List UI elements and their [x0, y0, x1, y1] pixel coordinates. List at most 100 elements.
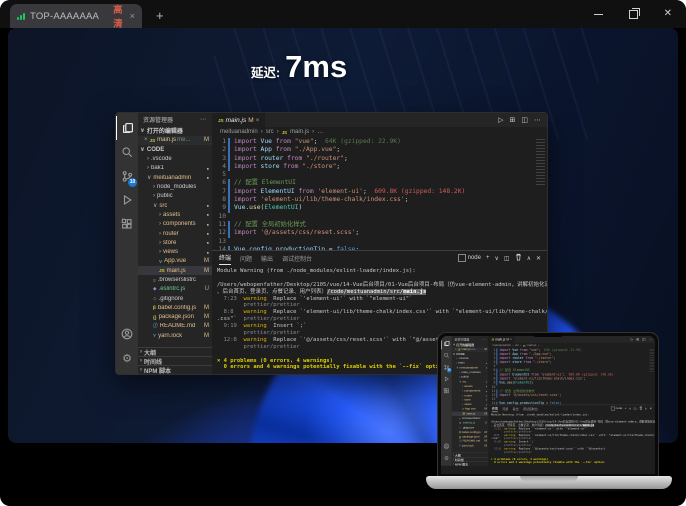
code-line[interactable]: 13	[212, 238, 534, 246]
close-tab-icon[interactable]: ×	[256, 117, 260, 124]
search-icon[interactable]	[116, 140, 138, 164]
tree-item[interactable]: ›public	[138, 192, 212, 201]
tree-item[interactable]: ›components●	[138, 220, 212, 229]
minimize-button[interactable]	[594, 14, 603, 15]
new-tab-button[interactable]: +	[156, 8, 164, 23]
code-line[interactable]: 9Vue.use(ElementUI)	[212, 204, 534, 212]
code-line[interactable]: 6// 配置 ElementUI	[212, 179, 534, 187]
code-line[interactable]: 1import Vue from "vue"; 64K (gzipped: 22…	[212, 138, 534, 146]
connection-tab-bar: TOP-AAAAAAA 高清 × + ✕	[0, 0, 686, 28]
code-line[interactable]: 4import store from "./store";	[212, 163, 534, 171]
js-file-icon: JS	[282, 130, 287, 135]
code-line[interactable]: 8import 'element-ui/lib/theme-chalk/inde…	[212, 196, 534, 204]
eslint-file-icon: ◆	[153, 286, 157, 292]
tree-item[interactable]: ⓘREADME.mdM	[138, 322, 212, 331]
activity-bar: 10 ⚙	[116, 113, 138, 374]
git-file-icon: ◇	[153, 296, 157, 302]
file-tree: ›.vscode›bak1●∨meituanadmin●›node_module…	[138, 155, 212, 341]
vue-file-icon: V	[159, 259, 162, 264]
outline-section[interactable]: ›大纲	[138, 347, 212, 356]
js-file-icon: JS	[159, 268, 165, 273]
terminal-dropdown-button[interactable]: ∨	[494, 255, 498, 262]
code-area[interactable]: 1import Vue from "vue"; 64K (gzipped: 22…	[212, 137, 534, 250]
laptop-preview: 10 ⚙ 资源管理器 ⋯ ∨打	[426, 332, 672, 500]
terminal-line: 8:8 warning Replace `'element-ui/lib/the…	[217, 309, 542, 316]
open-editors-section[interactable]: ∨打开的编辑器	[138, 126, 212, 136]
json-file-icon: {}	[153, 315, 157, 320]
editor-tab-mainjs[interactable]: JS main.js M ×	[212, 113, 265, 127]
laptop-notch	[533, 333, 563, 337]
tab-problems[interactable]: 问题	[240, 251, 252, 265]
kill-terminal-button[interactable]	[515, 253, 522, 263]
new-terminal-button[interactable]: +	[486, 255, 490, 261]
tree-item[interactable]: ◇.gitignore	[138, 294, 212, 303]
account-icon[interactable]	[116, 322, 138, 346]
split-terminal-button[interactable]: ◫	[504, 255, 510, 262]
tree-item[interactable]: ›store●	[138, 238, 212, 247]
open-editor-item[interactable]: × JS main.js me... M	[138, 136, 212, 146]
code-line[interactable]: 12import '@/assets/css/reset.scss';	[212, 229, 534, 237]
workspace-root-section[interactable]: ∨CODE	[138, 145, 212, 155]
tree-item[interactable]: ◆.eslintrc.jsU	[138, 285, 212, 294]
tab-debug-console[interactable]: 调试控制台	[282, 251, 312, 265]
tree-item[interactable]: ›node_modules	[138, 182, 212, 191]
tab-terminal[interactable]: 终端	[219, 251, 231, 265]
tree-item[interactable]: ›.vscode	[138, 155, 212, 164]
tree-item[interactable]: ∨meituanadmin●	[138, 173, 212, 182]
settings-gear-icon[interactable]: ⚙	[116, 346, 138, 370]
maximize-panel-button[interactable]: ∧	[527, 255, 531, 262]
js-file-icon: JS	[218, 118, 224, 123]
terminal-line: prettier/prettier	[217, 302, 542, 309]
laptop-screen: 10 ⚙ 资源管理器 ⋯ ∨打	[437, 332, 659, 477]
close-panel-button[interactable]: ✕	[536, 255, 541, 262]
tree-item[interactable]: ›router●	[138, 229, 212, 238]
tree-item[interactable]: ≡.browserslistrc	[138, 275, 212, 284]
source-control-icon[interactable]: 10	[116, 164, 138, 188]
tree-item[interactable]: Yyarn.lockM	[138, 331, 212, 340]
timeline-section[interactable]: ›时间线	[138, 356, 212, 365]
tree-item[interactable]: {}package.jsonM	[138, 313, 212, 322]
split-square-button[interactable]: ◫	[521, 116, 528, 124]
editor-tab-bar: JS main.js M × ▷ ⊞ ◫ ⋯	[212, 113, 547, 127]
close-editor-icon[interactable]: ×	[144, 137, 148, 143]
connection-tab[interactable]: TOP-AAAAAAA 高清 ×	[10, 4, 142, 28]
run-code-button[interactable]: ▷	[498, 116, 503, 124]
tab-output[interactable]: 输出	[261, 251, 273, 265]
more-actions-button[interactable]: ⋯	[534, 116, 541, 124]
explorer-icon[interactable]	[116, 116, 139, 140]
panel-tab-bar: 终端 问题 输出 调试控制台 node + ∨ ◫	[212, 251, 547, 265]
info-file-icon: ⓘ	[153, 323, 158, 329]
split-editor-button[interactable]: ⊞	[510, 116, 516, 124]
sidebar-more-icon[interactable]: ⋯	[200, 116, 207, 123]
tree-item[interactable]: ›bak1●	[138, 164, 212, 173]
tree-item[interactable]: ›assets●	[138, 210, 212, 219]
sidebar-footer-sections: ›大纲 ›时间线 ›NPM 脚本	[138, 347, 212, 374]
minimap[interactable]	[534, 137, 547, 250]
tree-item[interactable]: JSmain.jsM	[138, 266, 212, 275]
tree-item[interactable]: ∨src●	[138, 201, 212, 210]
close-tab-icon[interactable]: ×	[130, 11, 135, 21]
npm-scripts-section[interactable]: ›NPM 脚本	[138, 365, 212, 374]
code-line[interactable]: 11// 配置 全局初始化样式	[212, 221, 534, 229]
tree-item[interactable]: VApp.vueM	[138, 257, 212, 266]
code-line[interactable]: 2import App from "./App.vue";	[212, 146, 534, 154]
tree-item[interactable]: ›views●	[138, 247, 212, 256]
extensions-icon[interactable]	[116, 212, 138, 236]
breadcrumb[interactable]: meituanadmin› src› JS main.js› …	[212, 127, 547, 137]
code-line[interactable]: 3import router from "./router";	[212, 155, 534, 163]
quality-label[interactable]: 高清	[113, 2, 124, 30]
laptop-screen-mirror: 10 ⚙ 资源管理器 ⋯ ∨打	[441, 336, 655, 466]
terminal-line: Module Warning (from ./node_modules/esli…	[217, 268, 542, 275]
code-line[interactable]: 7import ElementUI from 'element-ui'; 609…	[212, 188, 534, 196]
run-debug-icon[interactable]	[116, 188, 138, 212]
restore-button[interactable]	[629, 10, 638, 19]
terminal-kind-icon	[458, 254, 466, 262]
terminal-line: 7:23 warning Replace `'element-ui'` with…	[217, 296, 542, 303]
connection-title: TOP-AAAAAAA	[30, 11, 99, 22]
terminal-kind-selector[interactable]: node	[458, 254, 481, 262]
code-line[interactable]: 10	[212, 213, 534, 221]
terminal-line: .css"` prettier/prettier	[217, 316, 542, 323]
latency-label: 延迟:	[251, 62, 280, 81]
tree-item[interactable]: βbabel.config.jsM	[138, 303, 212, 312]
close-window-button[interactable]: ✕	[664, 9, 672, 19]
